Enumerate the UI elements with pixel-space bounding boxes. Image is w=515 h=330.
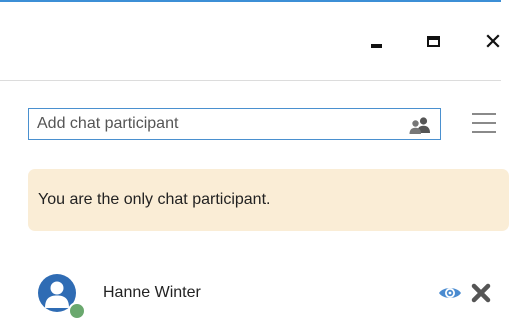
close-button[interactable] [476, 24, 510, 58]
menu-line [472, 131, 496, 133]
maximize-button[interactable] [416, 24, 450, 58]
people-icon[interactable] [408, 115, 432, 135]
title-divider [0, 80, 501, 81]
only-participant-notice: You are the only chat participant. [28, 169, 509, 231]
add-participant-field[interactable] [28, 108, 441, 140]
minimize-icon [370, 44, 382, 48]
notice-text: You are the only chat participant. [38, 191, 271, 208]
title-bar [0, 2, 515, 80]
maximize-icon [426, 35, 440, 47]
presence-online-indicator [68, 302, 86, 320]
chat-participants-window: You are the only chat participant. Hanne… [0, 0, 515, 330]
eye-icon[interactable] [438, 283, 462, 303]
close-icon [486, 34, 500, 48]
participant-name: Hanne Winter [103, 284, 201, 301]
menu-line [472, 113, 496, 115]
participant-row[interactable]: Hanne Winter [28, 268, 509, 320]
minimize-button[interactable] [359, 24, 393, 58]
hamburger-menu-icon[interactable] [472, 110, 500, 136]
remove-icon[interactable] [470, 282, 492, 304]
add-participant-input[interactable] [29, 110, 387, 138]
menu-line [472, 122, 496, 124]
